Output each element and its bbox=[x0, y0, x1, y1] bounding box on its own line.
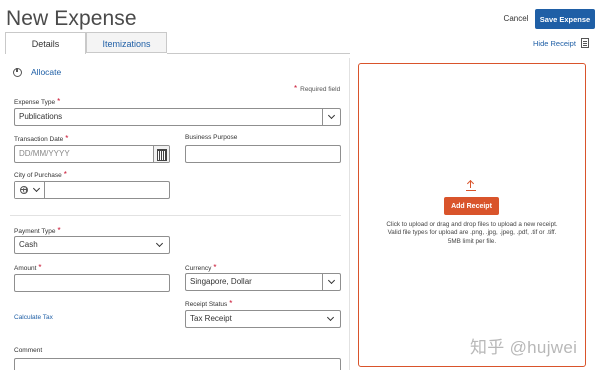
business-purpose-label: Business Purpose bbox=[185, 134, 238, 141]
column-divider bbox=[349, 58, 350, 370]
transaction-date-input[interactable]: DD/MM/YYYY bbox=[14, 145, 170, 163]
document-icon[interactable] bbox=[581, 38, 589, 48]
allocate-link[interactable]: Allocate bbox=[31, 67, 61, 77]
receipt-status-label: Receipt Status * bbox=[185, 299, 233, 308]
tab-itemizations[interactable]: Itemizations bbox=[86, 32, 167, 53]
chevron-down-icon bbox=[155, 239, 164, 248]
receipt-status-value: Tax Receipt bbox=[190, 314, 232, 323]
hide-receipt-link[interactable]: Hide Receipt bbox=[533, 39, 576, 48]
add-receipt-button[interactable]: Add Receipt bbox=[444, 197, 499, 215]
currency-value: Singapore, Dollar bbox=[190, 277, 252, 286]
business-purpose-input[interactable] bbox=[185, 145, 341, 163]
section-divider bbox=[10, 215, 341, 216]
expense-type-select[interactable]: Publications bbox=[14, 108, 341, 126]
calculate-tax-link[interactable]: Calculate Tax bbox=[14, 314, 53, 321]
chevron-down-icon bbox=[327, 111, 336, 120]
comment-textarea[interactable] bbox=[14, 358, 341, 370]
city-of-purchase-label: City of Purchase * bbox=[14, 170, 67, 179]
chevron-down-icon bbox=[32, 184, 41, 193]
watermark: 知乎 @hujwei bbox=[470, 338, 578, 357]
allocate-icon[interactable] bbox=[13, 68, 22, 77]
transaction-date-placeholder: DD/MM/YYYY bbox=[19, 149, 70, 158]
calendar-icon[interactable] bbox=[153, 146, 169, 162]
currency-label: Currency * bbox=[185, 263, 217, 272]
globe-icon bbox=[20, 185, 28, 194]
transaction-date-label: Transaction Date * bbox=[14, 134, 69, 143]
page-title: New Expense bbox=[6, 7, 137, 30]
tab-details[interactable]: Details bbox=[5, 32, 86, 54]
receipt-status-select[interactable]: Tax Receipt bbox=[185, 310, 341, 328]
currency-select[interactable]: Singapore, Dollar bbox=[185, 273, 341, 291]
chevron-down-icon bbox=[327, 276, 336, 285]
location-selector[interactable] bbox=[15, 182, 45, 198]
amount-label: Amount * bbox=[14, 263, 42, 272]
expense-type-divider bbox=[322, 109, 323, 125]
chevron-down-icon bbox=[326, 313, 335, 322]
upload-icon bbox=[466, 179, 476, 191]
amount-input[interactable] bbox=[14, 274, 170, 292]
required-field-note: * Required field bbox=[294, 84, 341, 93]
expense-type-value: Publications bbox=[19, 112, 63, 121]
required-marker: * bbox=[294, 84, 298, 93]
city-of-purchase-input[interactable] bbox=[14, 181, 170, 199]
payment-type-value: Cash bbox=[19, 240, 38, 249]
receipt-drop-zone[interactable] bbox=[358, 63, 586, 367]
cancel-button[interactable]: Cancel bbox=[500, 10, 532, 28]
payment-type-label: Payment Type * bbox=[14, 226, 61, 235]
payment-type-select[interactable]: Cash bbox=[14, 236, 170, 254]
comment-label: Comment bbox=[14, 347, 43, 354]
upload-instructions: Click to upload or drag and drop files t… bbox=[386, 221, 558, 245]
currency-divider bbox=[322, 274, 323, 290]
tab-bar-line bbox=[167, 53, 350, 54]
expense-type-label: Expense Type * bbox=[14, 97, 61, 106]
save-expense-button[interactable]: Save Expense bbox=[535, 9, 595, 29]
